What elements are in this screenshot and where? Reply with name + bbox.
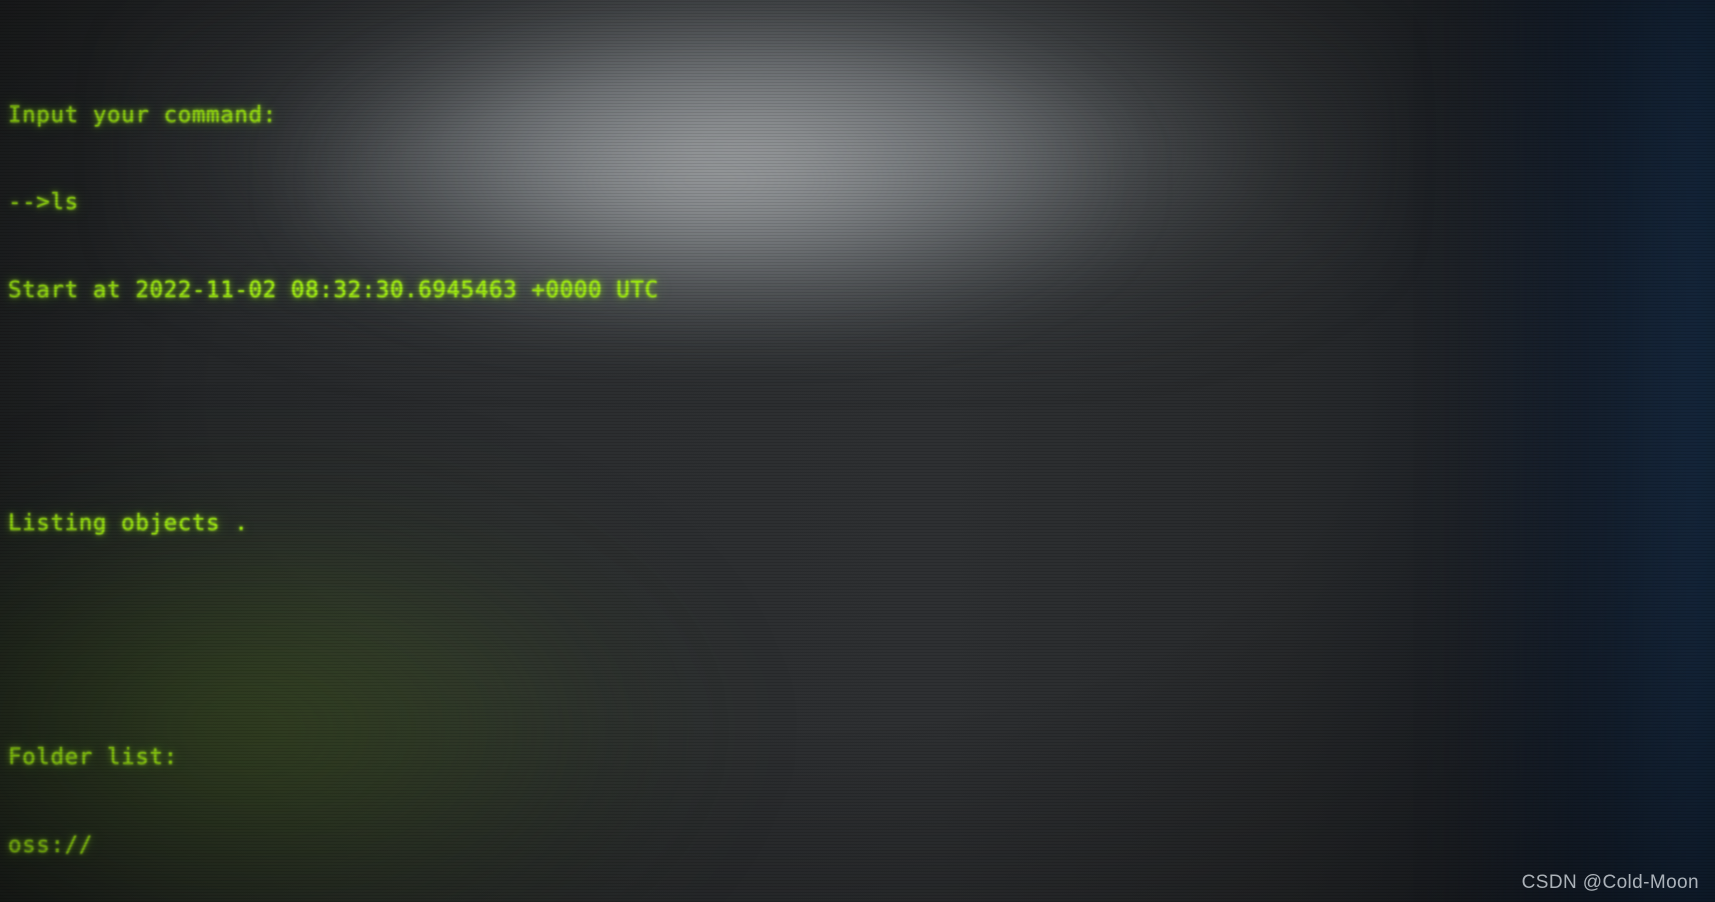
terminal-screenshot: Input your command: -->ls Start at 2022-… (0, 0, 1715, 902)
folder-item: oss:// (8, 831, 93, 858)
watermark-label: CSDN @Cold-Moon (1521, 872, 1699, 893)
folder-list-label: Folder list: (8, 743, 178, 770)
prompt-label-top: Input your command: (8, 101, 277, 128)
listing-objects-line: Listing objects . (8, 510, 249, 537)
start-timestamp-line: Start at 2022-11-02 08:32:30.6945463 +00… (8, 276, 659, 303)
terminal-output[interactable]: Input your command: -->ls Start at 2022-… (0, 0, 1715, 902)
command-input-ls: -->ls (8, 189, 79, 216)
